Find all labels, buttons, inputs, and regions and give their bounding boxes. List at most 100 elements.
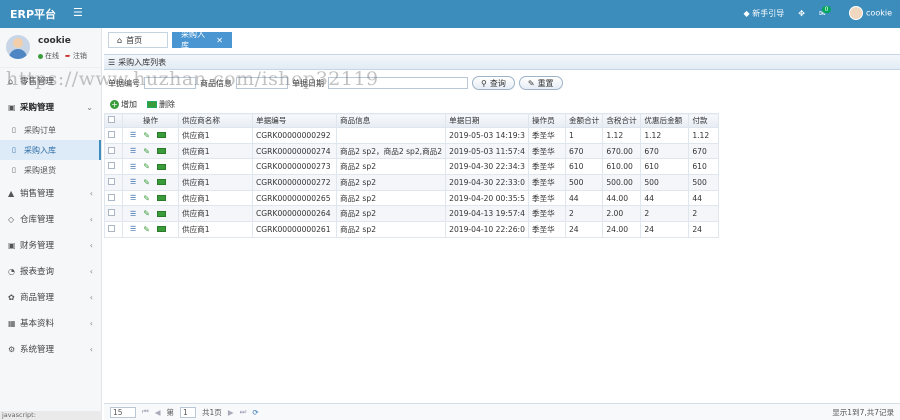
user-avatar	[6, 35, 30, 59]
column-header[interactable]: 单据编号	[252, 113, 337, 128]
goods-input[interactable]	[236, 77, 288, 89]
row-checkbox[interactable]	[104, 174, 123, 191]
logout-link[interactable]: 注销	[73, 51, 87, 61]
table-cell: 2019-05-03 11:57:4	[445, 142, 529, 160]
edit-icon[interactable]: ✎	[143, 147, 150, 156]
card-icon[interactable]	[156, 148, 166, 155]
checkbox-icon	[108, 224, 115, 232]
card-icon[interactable]	[156, 226, 166, 233]
card-icon[interactable]	[156, 179, 166, 186]
page-label-post: 共1页	[202, 407, 222, 417]
panel-title-text: 采购入库列表	[118, 57, 167, 67]
logout-icon[interactable]: ➨	[65, 52, 71, 60]
last-page-icon[interactable]: ⏭	[240, 407, 247, 417]
table-row[interactable]: ☰ ✎ 供应商1 CGRK00000000261 商品2 sp2 2019-04-10 2…	[104, 221, 720, 238]
column-header[interactable]: 单据日期	[445, 113, 529, 128]
table-row[interactable]: ☰ ✎ 供应商1 CGRK00000000273 商品2 sp2 2019-04-30 2…	[104, 158, 720, 176]
user-panel: cookie 在线 ➨ 注销	[0, 28, 101, 68]
column-header[interactable]: 金额合计	[564, 113, 604, 128]
brand-logo[interactable]: ERP平台	[10, 6, 56, 22]
list-icon[interactable]: ☰	[130, 178, 136, 186]
prev-page-icon[interactable]: ◀	[155, 408, 161, 417]
mail-button[interactable]: ✉0	[819, 5, 836, 18]
column-header[interactable]: 含税合计	[602, 113, 642, 128]
query-button[interactable]: ⚲ 查询	[472, 76, 515, 90]
sidebar-item-purchase[interactable]: ▣ 采购管理 ⌄	[0, 94, 101, 120]
date-input[interactable]	[328, 77, 468, 89]
column-header[interactable]: 优惠后金额	[640, 113, 690, 128]
column-header[interactable]: 操作员	[527, 113, 566, 128]
row-checkbox[interactable]	[104, 142, 123, 160]
table-cell: 2019-04-13 19:57:4	[445, 205, 529, 223]
table-cell: 季圣华	[527, 205, 566, 223]
date-label: 单据日期	[292, 78, 324, 88]
table-row[interactable]: ☰ ✎ 供应商1 CGRK00000000272 商品2 sp2 2019-04-30 2…	[104, 174, 720, 191]
row-checkbox[interactable]	[104, 221, 123, 238]
edit-icon[interactable]: ✎	[143, 194, 150, 203]
sidebar-item-retail[interactable]: ⌂ 零售管理	[0, 68, 101, 94]
column-header[interactable]: 供应商名称	[178, 113, 253, 128]
toolbar: + 增加 删除	[110, 99, 175, 110]
row-checkbox[interactable]	[104, 158, 123, 176]
sidebar-item-purchase-return[interactable]: ▯ 采购退货	[0, 160, 101, 180]
guide-link[interactable]: ◆ 新手引导	[744, 8, 785, 19]
list-icon[interactable]: ☰	[130, 225, 136, 233]
row-checkbox[interactable]	[104, 127, 123, 144]
edit-icon[interactable]: ✎	[143, 209, 150, 218]
edit-icon[interactable]: ✎	[143, 131, 150, 140]
fullscreen-icon[interactable]: ✥	[798, 9, 805, 18]
edit-icon[interactable]: ✎	[143, 178, 150, 187]
list-icon[interactable]: ☰	[130, 131, 136, 139]
list-icon[interactable]: ☰	[130, 147, 136, 155]
add-button[interactable]: + 增加	[110, 99, 137, 110]
user-menu[interactable]: cookie	[849, 6, 892, 20]
card-icon[interactable]	[156, 210, 166, 217]
edit-icon[interactable]: ✎	[143, 162, 150, 171]
sidebar-item-purchase-in[interactable]: ▯ 采购入库	[0, 140, 101, 160]
next-page-icon[interactable]: ▶	[228, 408, 234, 417]
card-icon[interactable]	[156, 163, 166, 170]
column-header[interactable]: 商品信息	[335, 113, 447, 128]
card-icon[interactable]	[156, 195, 166, 202]
close-icon[interactable]: ✕	[216, 36, 223, 45]
page-number-input[interactable]: 1	[180, 406, 197, 418]
first-page-icon[interactable]: ⏮	[142, 407, 149, 417]
list-icon[interactable]: ☰	[130, 194, 136, 202]
page-size-select[interactable]: 15	[110, 406, 136, 418]
table-cell: 1.12	[688, 127, 720, 144]
list-icon[interactable]: ☰	[130, 210, 136, 218]
table-cell: CGRK00000000273	[252, 158, 337, 176]
column-header[interactable]: 操作	[122, 113, 179, 128]
sidebar-item-sales[interactable]: ▲ 销售管理 ‹	[0, 180, 101, 206]
sidebar-item-purchase-order[interactable]: ▯ 采购订单	[0, 120, 101, 140]
row-actions: ☰ ✎	[122, 174, 179, 191]
table-row[interactable]: ☰ ✎ 供应商1 CGRK00000000264 商品2 sp2 2019-04-13 1…	[104, 205, 720, 223]
hamburger-icon[interactable]: ☰	[73, 6, 83, 19]
edit-icon[interactable]: ✎	[143, 225, 150, 234]
select-all-checkbox[interactable]	[104, 113, 123, 128]
table-row[interactable]: ☰ ✎ 供应商1 CGRK00000000292 2019-05-03 14:19:3 季…	[104, 127, 720, 144]
column-header[interactable]: 付款	[688, 113, 720, 128]
sidebar-item-basic[interactable]: ▦ 基本资料 ‹	[0, 310, 101, 336]
sidebar-item-goods[interactable]: ✿ 商品管理 ‹	[0, 284, 101, 310]
tab-home[interactable]: ⌂ 首页	[108, 32, 168, 48]
reset-button[interactable]: ✎ 重置	[518, 76, 563, 90]
list-icon[interactable]: ☰	[130, 163, 136, 171]
tab-purchase-in[interactable]: 采购入库 ✕	[172, 30, 232, 50]
sidebar-item-finance[interactable]: ▣ 财务管理 ‹	[0, 232, 101, 258]
row-checkbox[interactable]	[104, 205, 123, 223]
table-row[interactable]: ☰ ✎ 供应商1 CGRK00000000274 商品2 sp2，商品2 sp2,商品2…	[104, 142, 720, 160]
sidebar-item-system[interactable]: ⚙ 系统管理 ‹	[0, 336, 101, 362]
cart-icon: ▣	[8, 102, 16, 112]
number-input[interactable]	[144, 77, 196, 89]
card-icon[interactable]	[156, 132, 166, 139]
sidebar-item-label: 报表查询	[20, 267, 55, 277]
refresh-icon[interactable]: ⟳	[252, 408, 258, 417]
row-checkbox[interactable]	[104, 189, 123, 207]
delete-button[interactable]: 删除	[147, 99, 175, 110]
plus-icon: +	[110, 99, 119, 109]
table-row[interactable]: ☰ ✎ 供应商1 CGRK00000000265 商品2 sp2 2019-04-20 0…	[104, 189, 720, 207]
table-cell: 1.12	[640, 127, 690, 144]
sidebar-item-warehouse[interactable]: ◇ 仓库管理 ‹	[0, 206, 101, 232]
sidebar-item-report[interactable]: ◔ 报表查询 ‹	[0, 258, 101, 284]
